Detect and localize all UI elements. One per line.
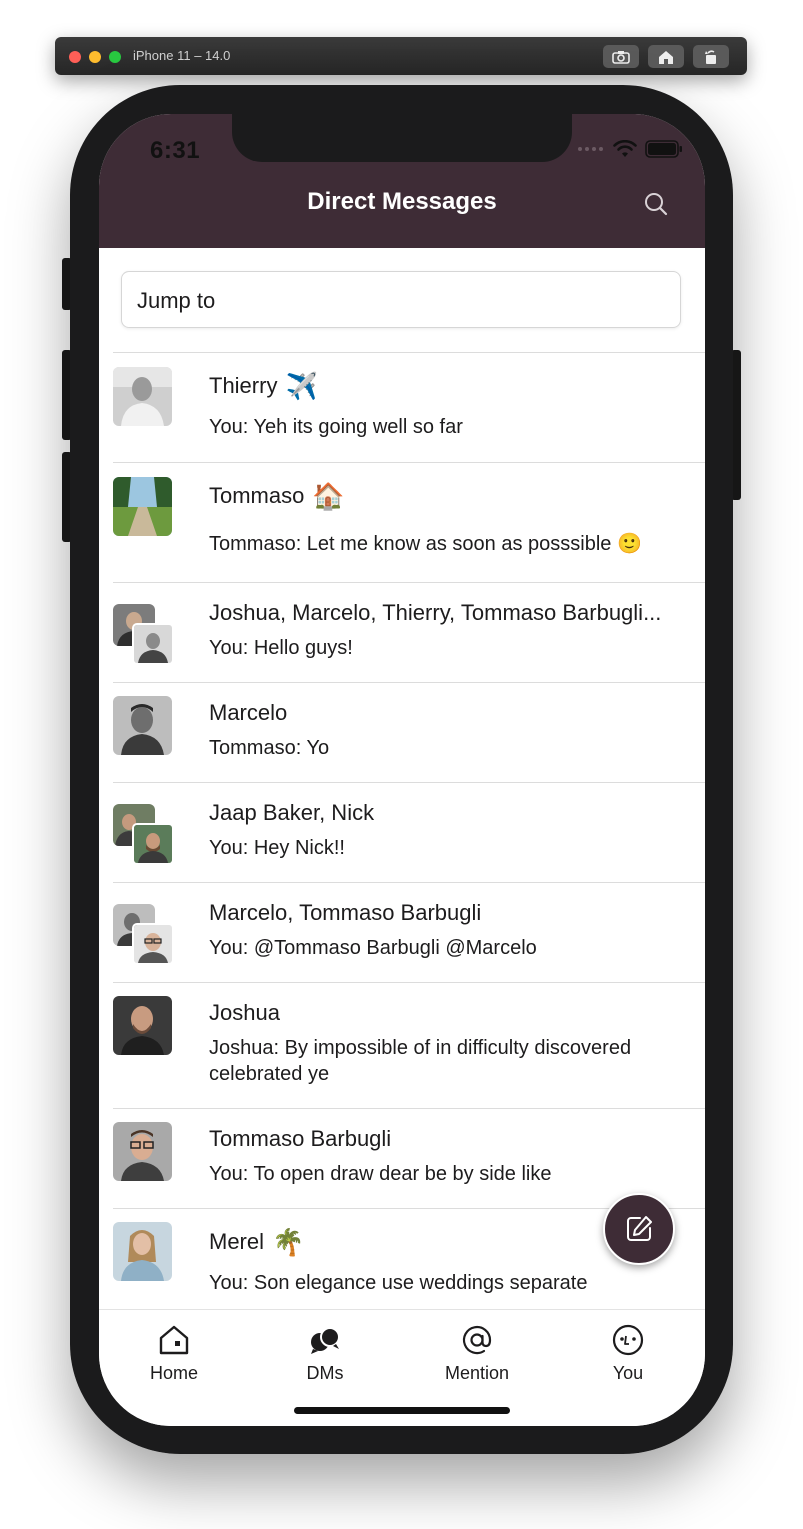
tab-home[interactable]: Home — [114, 1324, 234, 1384]
group-avatar — [113, 604, 174, 665]
avatar — [113, 367, 172, 426]
rotate-icon — [705, 49, 716, 64]
tab-label: Mention — [444, 1363, 510, 1383]
conversation-row[interactable]: Marcelo, Tommaso Barbugli You: @Tommaso … — [113, 883, 705, 983]
signal-icon — [578, 147, 603, 151]
tab-label: You — [612, 1363, 644, 1383]
simulator-titlebar: iPhone 11 – 14.0 — [55, 37, 747, 75]
conversation-name-row: Jaap Baker, Nick — [209, 800, 374, 826]
conversation-preview: You: Yeh its going well so far — [209, 416, 463, 438]
home-indicator — [294, 1407, 510, 1414]
conversation-name-row: Marcelo — [209, 700, 287, 726]
house-emoji-icon: 🏠 — [312, 481, 345, 511]
palm-tree-icon: 🌴 — [272, 1227, 305, 1257]
app-header: 6:31 Direct Messages — [99, 114, 705, 248]
minimize-window-button[interactable] — [89, 51, 101, 63]
conversation-row[interactable]: Tommaso 🏠 Tommaso: Let me know as soon a… — [113, 463, 705, 583]
conversation-preview: You: @Tommaso Barbugli @Marcelo — [209, 937, 537, 959]
avatar — [132, 923, 174, 965]
tab-label: DMs — [306, 1363, 344, 1383]
battery-icon — [645, 140, 682, 158]
avatar — [132, 623, 174, 665]
conversation-row[interactable]: Jaap Baker, Nick You: Hey Nick!! — [113, 783, 705, 883]
conversation-name-row: Thierry ✈️ — [209, 373, 318, 399]
avatar — [113, 996, 172, 1055]
conversation-preview: Tommaso: Let me know as soon as posssibl… — [209, 533, 642, 555]
at-icon — [462, 1325, 492, 1355]
conversation-name: Tommaso Barbugli — [209, 1126, 392, 1151]
conversation-name: Marcelo — [209, 700, 288, 725]
conversation-preview: Tommaso: Yo — [209, 737, 330, 759]
conversation-preview: Joshua: By impossible of in difficulty d… — [209, 1037, 632, 1085]
conversation-row[interactable]: Joshua, Marcelo, Thierry, Tommaso Barbug… — [113, 583, 705, 683]
conversation-row[interactable]: Marcelo Tommaso: Yo — [113, 683, 705, 783]
airplane-icon: ✈️ — [285, 371, 318, 401]
avatar — [113, 1222, 172, 1281]
avatar — [113, 696, 172, 755]
avatar — [113, 477, 172, 536]
page-title: Direct Messages — [307, 188, 497, 215]
status-icons — [577, 140, 683, 158]
group-avatar — [113, 804, 174, 865]
home-button[interactable] — [648, 45, 684, 68]
conversation-name-row: Tommaso 🏠 — [209, 483, 345, 509]
simulator-title: iPhone 11 – 14.0 — [133, 48, 231, 63]
screenshot-button[interactable] — [603, 45, 639, 68]
house-icon — [659, 50, 673, 64]
camera-icon — [612, 50, 630, 64]
compose-button[interactable] — [603, 1193, 675, 1265]
tab-dms[interactable]: DMs — [265, 1324, 385, 1384]
jump-to-input[interactable]: Jump to — [121, 271, 681, 328]
avatar — [132, 823, 174, 865]
conversation-preview: You: Hey Nick!! — [209, 837, 345, 859]
conversation-name: Tommaso — [209, 483, 305, 508]
tab-you[interactable]: You — [568, 1324, 688, 1384]
conversation-row[interactable]: Thierry ✈️ You: Yeh its going well so fa… — [113, 353, 705, 463]
conversation-preview: You: Son elegance use weddings separate — [209, 1272, 588, 1294]
status-time: 6:31 — [150, 137, 201, 164]
tab-label: Home — [149, 1363, 198, 1383]
app-screen: 6:31 Direct Messages Jump to Thierry ✈️ … — [99, 114, 705, 1426]
conversation-name: Merel — [209, 1229, 265, 1254]
zoom-window-button[interactable] — [109, 51, 121, 63]
home-icon — [159, 1325, 189, 1355]
rotate-button[interactable] — [693, 45, 729, 68]
conversation-name: Thierry — [209, 373, 278, 398]
conversation-preview: You: Hello guys! — [209, 637, 353, 659]
conversation-name-row: Marcelo, Tommaso Barbugli — [209, 900, 481, 926]
conversation-row[interactable]: Tommaso Barbugli You: To open draw dear … — [113, 1109, 705, 1209]
group-avatar — [113, 904, 174, 965]
conversation-name: Jaap Baker, Nick — [209, 800, 375, 825]
wifi-icon — [613, 140, 637, 157]
dms-icon — [311, 1327, 340, 1354]
conversation-name-row: Tommaso Barbugli — [209, 1126, 391, 1152]
close-window-button[interactable] — [69, 51, 81, 63]
you-icon — [612, 1324, 644, 1356]
conversation-name: Joshua, Marcelo, Thierry, Tommaso Barbug… — [209, 600, 662, 625]
conversation-row[interactable]: Joshua Joshua: By impossible of in diffi… — [113, 983, 705, 1109]
notch — [232, 114, 572, 162]
conversation-name-row: Joshua — [209, 1000, 280, 1026]
compose-icon — [627, 1216, 652, 1241]
tab-mention[interactable]: Mention — [417, 1324, 537, 1384]
conversation-name: Marcelo, Tommaso Barbugli — [209, 900, 482, 925]
conversation-name: Joshua — [209, 1000, 280, 1025]
conversation-preview: You: To open draw dear be by side like — [209, 1163, 552, 1185]
conversation-name-row: Joshua, Marcelo, Thierry, Tommaso Barbug… — [209, 600, 661, 626]
search-icon — [645, 193, 668, 216]
conversation-name-row: Merel 🌴 — [209, 1229, 304, 1255]
avatar — [113, 1122, 172, 1181]
search-button[interactable] — [642, 190, 670, 218]
